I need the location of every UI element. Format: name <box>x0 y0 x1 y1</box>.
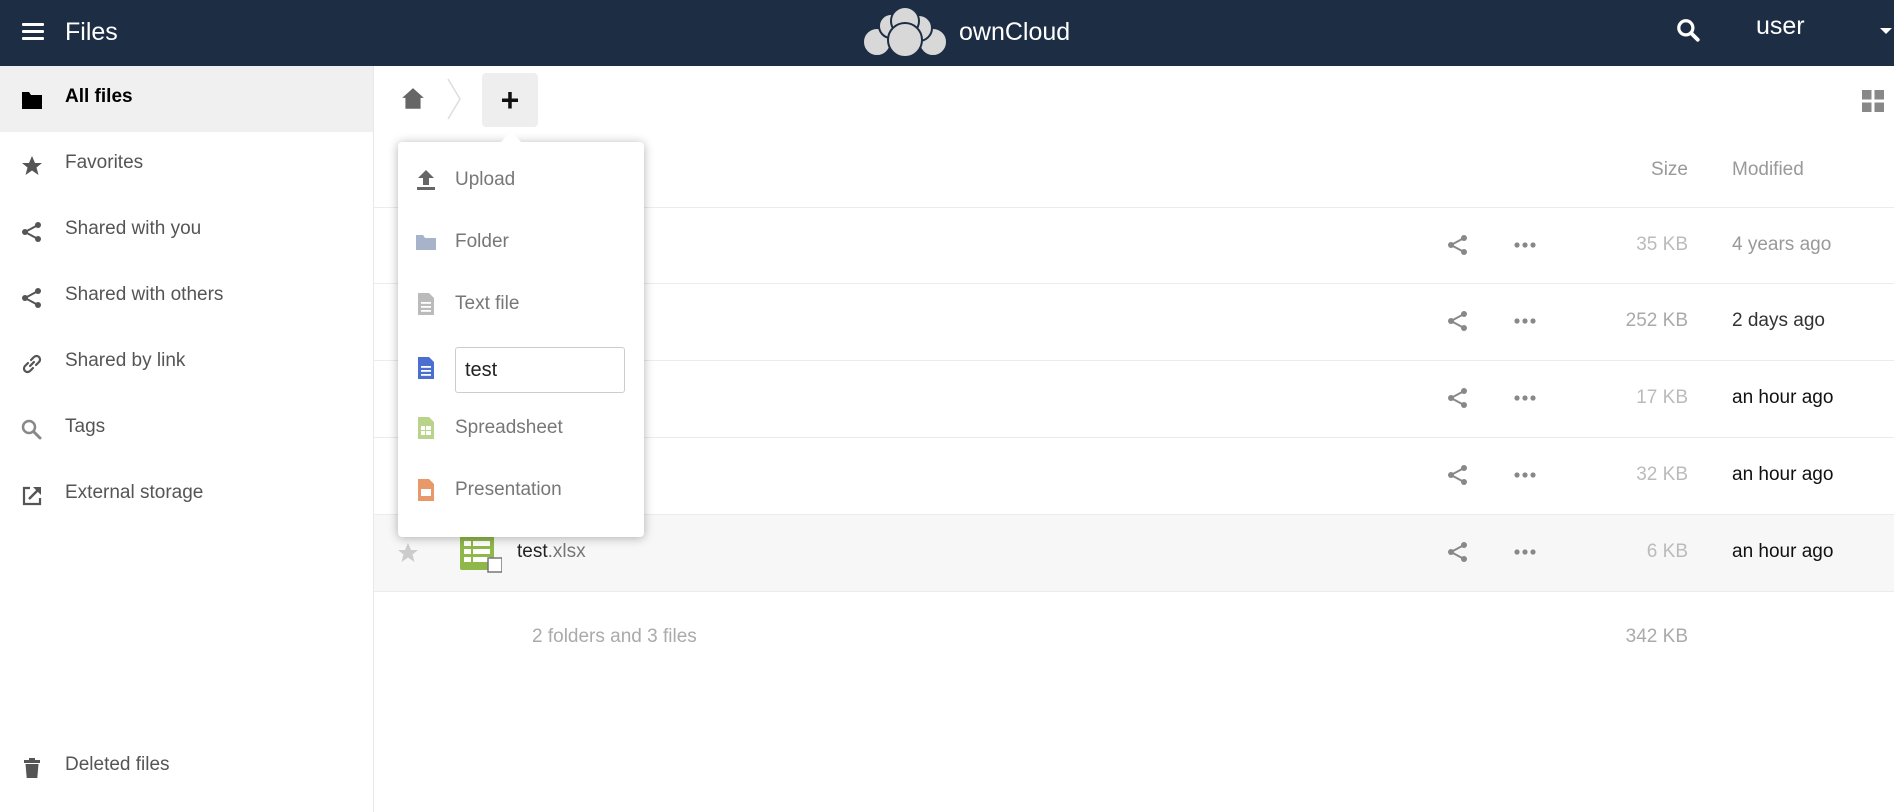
sidebar-item-shared-with-you[interactable]: Shared with you <box>0 198 373 264</box>
cloud-logo-icon <box>862 6 948 58</box>
external-icon <box>22 486 42 506</box>
popover-arrow <box>500 131 522 143</box>
link-icon <box>22 354 42 374</box>
plus-icon: + <box>500 82 520 118</box>
breadcrumb-separator <box>447 78 461 120</box>
hamburger-menu-icon[interactable] <box>22 23 44 41</box>
file-size: 17 KB <box>1636 387 1688 408</box>
menu-item-presentation[interactable]: Presentation <box>398 459 644 519</box>
sidebar-item-label: Shared with you <box>65 218 202 239</box>
share-icon[interactable] <box>1446 386 1470 410</box>
more-options-icon[interactable] <box>1512 463 1538 487</box>
tag-search-icon <box>21 419 42 440</box>
file-size: 6 KB <box>1646 541 1688 562</box>
menu-item-label: Presentation <box>455 479 562 500</box>
chevron-down-icon[interactable] <box>1880 28 1892 34</box>
menu-item-label: Spreadsheet <box>455 417 563 438</box>
file-name[interactable]: test.xlsx <box>517 541 586 563</box>
column-header-modified[interactable]: Modified <box>1732 159 1804 181</box>
share-icon[interactable] <box>1446 233 1470 257</box>
app-navigation: All files Favorites Shared with you Shar… <box>0 66 374 812</box>
sidebar-item-label: Shared with others <box>65 284 224 305</box>
spreadsheet-icon[interactable] <box>460 536 502 574</box>
favorite-star-icon[interactable] <box>396 541 420 565</box>
file-modified: an hour ago <box>1732 464 1834 485</box>
trash-icon <box>24 758 40 778</box>
menu-item-upload[interactable]: Upload <box>398 149 644 209</box>
file-extension: .xlsx <box>547 541 586 562</box>
sidebar-item-shared-with-others[interactable]: Shared with others <box>0 264 373 330</box>
sidebar-item-all-files[interactable]: All files <box>0 66 373 132</box>
presentation-icon <box>418 479 434 501</box>
sidebar-item-external-storage[interactable]: External storage <box>0 462 373 528</box>
document-icon <box>418 357 434 379</box>
more-options-icon[interactable] <box>1512 386 1538 410</box>
new-document-name-input[interactable] <box>455 347 625 393</box>
new-file-button[interactable]: + <box>482 73 538 127</box>
total-size: 342 KB <box>1625 626 1688 647</box>
sidebar-item-label: External storage <box>65 482 204 503</box>
sidebar-item-label: Favorites <box>65 152 144 173</box>
file-modified: an hour ago <box>1732 387 1834 408</box>
share-icon <box>22 222 41 242</box>
new-file-menu: Upload Folder Text file Spreadsheet Pres… <box>398 142 644 537</box>
sidebar-item-favorites[interactable]: Favorites <box>0 132 373 198</box>
menu-item-spreadsheet[interactable]: Spreadsheet <box>398 397 644 457</box>
file-summary: 2 folders and 3 files <box>532 626 697 647</box>
more-options-icon[interactable] <box>1512 233 1538 257</box>
folder-icon <box>22 92 42 109</box>
column-header-size[interactable]: Size <box>1600 159 1688 181</box>
menu-item-folder[interactable]: Folder <box>398 211 644 271</box>
file-size: 252 KB <box>1625 310 1688 331</box>
menu-item-label: Upload <box>455 169 516 190</box>
sidebar-item-tags[interactable]: Tags <box>0 396 373 462</box>
logo-text: ownCloud <box>959 18 1071 46</box>
sidebar-item-deleted-files[interactable]: Deleted files <box>0 734 373 800</box>
share-icon <box>22 288 41 308</box>
more-options-icon[interactable] <box>1512 540 1538 564</box>
menu-item-label: Text file <box>455 293 520 314</box>
menu-item-text-file[interactable]: Text file <box>398 273 644 333</box>
sidebar-item-label: All files <box>65 86 133 107</box>
share-icon[interactable] <box>1446 463 1470 487</box>
star-icon <box>22 156 42 175</box>
sidebar-item-label: Tags <box>65 416 106 437</box>
owncloud-logo[interactable]: ownCloud <box>857 6 1087 60</box>
home-icon[interactable] <box>400 86 426 112</box>
top-header: Files ownCloud user <box>0 0 1894 66</box>
upload-icon <box>417 170 435 190</box>
app-title[interactable]: Files <box>65 18 118 47</box>
share-icon[interactable] <box>1446 309 1470 333</box>
user-menu[interactable]: user <box>1756 12 1805 41</box>
spreadsheet-icon <box>418 417 434 439</box>
search-icon[interactable] <box>1675 17 1701 43</box>
grid-view-icon[interactable] <box>1862 90 1884 112</box>
sidebar-item-shared-by-link[interactable]: Shared by link <box>0 330 373 396</box>
sidebar-item-label: Deleted files <box>65 754 170 775</box>
sidebar-item-label: Shared by link <box>65 350 186 371</box>
file-modified: 2 days ago <box>1732 310 1825 331</box>
text-file-icon <box>418 293 434 315</box>
file-modified: 4 years ago <box>1732 234 1832 255</box>
folder-icon <box>416 235 436 250</box>
file-size: 32 KB <box>1636 464 1688 485</box>
file-basename: test <box>517 541 548 562</box>
file-modified: an hour ago <box>1732 541 1834 562</box>
more-options-icon[interactable] <box>1512 309 1538 333</box>
file-size: 35 KB <box>1636 234 1688 255</box>
menu-item-label: Folder <box>455 231 509 252</box>
share-icon[interactable] <box>1446 540 1470 564</box>
